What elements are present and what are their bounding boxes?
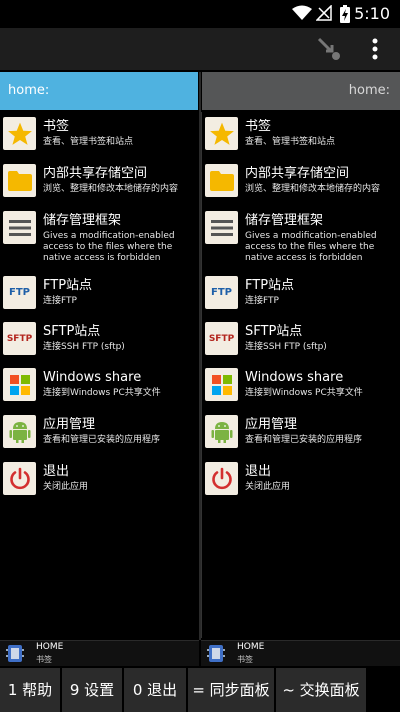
folder-icon xyxy=(205,164,238,197)
sftp-icon-text: SFTP xyxy=(208,333,235,344)
star-icon xyxy=(3,117,36,150)
folder-icon xyxy=(3,164,36,197)
item-subtitle: 查看、管理书签和站点 xyxy=(43,137,134,147)
item-subtitle: 查看、管理书签和站点 xyxy=(245,137,336,147)
action-toolbar xyxy=(0,28,400,70)
item-title: 书签 xyxy=(245,119,272,134)
hamburger-icon xyxy=(205,211,238,244)
status-bar: 5:10 xyxy=(0,0,400,28)
item-subtitle: 关闭此应用 xyxy=(245,482,291,492)
item-subtitle: Gives a modification-enabled access to t… xyxy=(245,231,377,263)
left-pane-info-bar[interactable]: HOME 书签 xyxy=(0,640,199,666)
list-item-app-manager[interactable]: 应用管理 查看和管理已安装的应用程序 xyxy=(0,410,199,457)
item-title: Windows share xyxy=(43,370,142,385)
info-subtitle: 书签 xyxy=(36,655,52,664)
android-icon xyxy=(3,415,36,448)
right-pane: 书签 查看、管理书签和站点 内部共享存储空间 浏览、整理和修改本地储存的内容 储… xyxy=(201,112,400,638)
item-title: SFTP站点 xyxy=(245,324,303,339)
sftp-icon-text: SFTP xyxy=(6,333,33,344)
ftp-icon: FTP xyxy=(205,276,238,309)
exit-button[interactable]: 0 退出 xyxy=(124,668,188,712)
status-time: 5:10 xyxy=(354,4,390,23)
power-icon xyxy=(3,462,36,495)
item-subtitle: 连接到Windows PC共享文件 xyxy=(245,388,363,398)
signal-icon xyxy=(316,5,332,21)
list-item-bookmarks[interactable]: 书签 查看、管理书签和站点 xyxy=(202,112,400,159)
windows-icon xyxy=(3,368,36,401)
list-item-internal-storage[interactable]: 内部共享存储空间 浏览、整理和修改本地储存的内容 xyxy=(0,159,199,206)
item-subtitle: 连接SSH FTP (sftp) xyxy=(43,342,125,352)
right-pane-info-bar[interactable]: HOME 书签 xyxy=(201,640,400,666)
sftp-icon: SFTP xyxy=(205,322,238,355)
item-title: SFTP站点 xyxy=(43,324,101,339)
info-title: HOME xyxy=(237,642,265,652)
help-button[interactable]: 1 帮助 xyxy=(0,668,62,712)
list-item-sftp[interactable]: SFTP SFTP站点 连接SSH FTP (sftp) xyxy=(202,317,400,363)
item-title: 储存管理框架 xyxy=(245,213,324,228)
list-item-ftp[interactable]: FTP FTP站点 连接FTP xyxy=(0,271,199,317)
power-icon xyxy=(205,462,238,495)
item-subtitle: 关闭此应用 xyxy=(43,482,89,492)
item-title: FTP站点 xyxy=(43,278,93,293)
item-title: Windows share xyxy=(245,370,344,385)
item-subtitle: 浏览、整理和修改本地储存的内容 xyxy=(245,184,381,194)
item-subtitle: 连接FTP xyxy=(43,296,77,306)
left-pane: 书签 查看、管理书签和站点 内部共享存储空间 浏览、整理和修改本地储存的内容 储… xyxy=(0,112,199,638)
item-title: 退出 xyxy=(245,464,272,479)
list-item-internal-storage[interactable]: 内部共享存储空间 浏览、整理和修改本地储存的内容 xyxy=(202,159,400,206)
item-title: FTP站点 xyxy=(245,278,295,293)
sftp-icon: SFTP xyxy=(3,322,36,355)
info-subtitle: 书签 xyxy=(237,655,253,664)
ftp-icon-text: FTP xyxy=(211,287,232,298)
star-icon xyxy=(205,117,238,150)
hamburger-icon xyxy=(3,211,36,244)
windows-icon xyxy=(205,368,238,401)
list-item-storage-framework[interactable]: 储存管理框架 Gives a modification-enabled acce… xyxy=(0,206,199,271)
item-subtitle: 连接FTP xyxy=(245,296,279,306)
list-item-bookmarks[interactable]: 书签 查看、管理书签和站点 xyxy=(0,112,199,159)
function-key-bar: 1 帮助 9 设置 0 退出 = 同步面板 ~ 交换面板 xyxy=(0,668,400,712)
settings-button[interactable]: 9 设置 xyxy=(62,668,124,712)
list-item-windows-share[interactable]: Windows share 连接到Windows PC共享文件 xyxy=(0,363,199,410)
right-pane-path[interactable]: home: xyxy=(202,72,400,110)
ftp-icon-text: FTP xyxy=(9,287,30,298)
list-item-sftp[interactable]: SFTP SFTP站点 连接SSH FTP (sftp) xyxy=(0,317,199,363)
item-subtitle: 查看和管理已安装的应用程序 xyxy=(245,435,363,445)
list-item-exit[interactable]: 退出 关闭此应用 xyxy=(202,457,400,504)
storage-chip-icon xyxy=(6,645,24,662)
list-item-app-manager[interactable]: 应用管理 查看和管理已安装的应用程序 xyxy=(202,410,400,457)
item-title: 应用管理 xyxy=(245,417,298,432)
item-subtitle: 浏览、整理和修改本地储存的内容 xyxy=(43,184,179,194)
item-title: 内部共享存储空间 xyxy=(245,166,350,181)
connect-icon[interactable] xyxy=(314,34,344,64)
ftp-icon: FTP xyxy=(3,276,36,309)
info-title: HOME xyxy=(36,642,64,652)
storage-chip-icon xyxy=(207,645,225,662)
item-subtitle: Gives a modification-enabled access to t… xyxy=(43,231,175,263)
item-subtitle: 查看和管理已安装的应用程序 xyxy=(43,435,161,445)
list-item-exit[interactable]: 退出 关闭此应用 xyxy=(0,457,199,504)
swap-panels-button[interactable]: ~ 交换面板 xyxy=(276,668,368,712)
list-item-windows-share[interactable]: Windows share 连接到Windows PC共享文件 xyxy=(202,363,400,410)
list-item-ftp[interactable]: FTP FTP站点 连接FTP xyxy=(202,271,400,317)
sync-panels-button[interactable]: = 同步面板 xyxy=(188,668,276,712)
item-title: 储存管理框架 xyxy=(43,213,122,228)
item-subtitle: 连接SSH FTP (sftp) xyxy=(245,342,327,352)
left-pane-path[interactable]: home: xyxy=(0,72,198,110)
battery-charging-icon xyxy=(340,5,350,23)
more-vert-icon[interactable] xyxy=(360,34,390,64)
item-subtitle: 连接到Windows PC共享文件 xyxy=(43,388,161,398)
item-title: 退出 xyxy=(43,464,70,479)
item-title: 应用管理 xyxy=(43,417,96,432)
wifi-icon xyxy=(292,5,312,20)
item-title: 内部共享存储空间 xyxy=(43,166,148,181)
item-title: 书签 xyxy=(43,119,70,134)
list-item-storage-framework[interactable]: 储存管理框架 Gives a modification-enabled acce… xyxy=(202,206,400,271)
android-icon xyxy=(205,415,238,448)
